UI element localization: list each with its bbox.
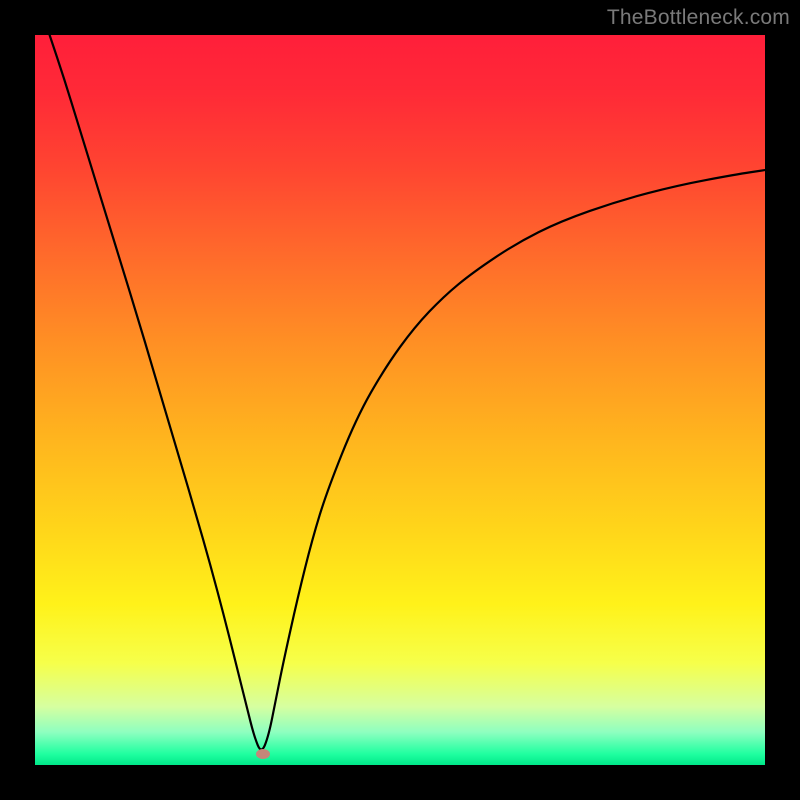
gradient-background: [35, 35, 765, 765]
chart-frame: TheBottleneck.com: [0, 0, 800, 800]
optimal-point-marker: [256, 749, 270, 759]
plot-area: [35, 35, 765, 765]
watermark-label: TheBottleneck.com: [607, 6, 790, 30]
